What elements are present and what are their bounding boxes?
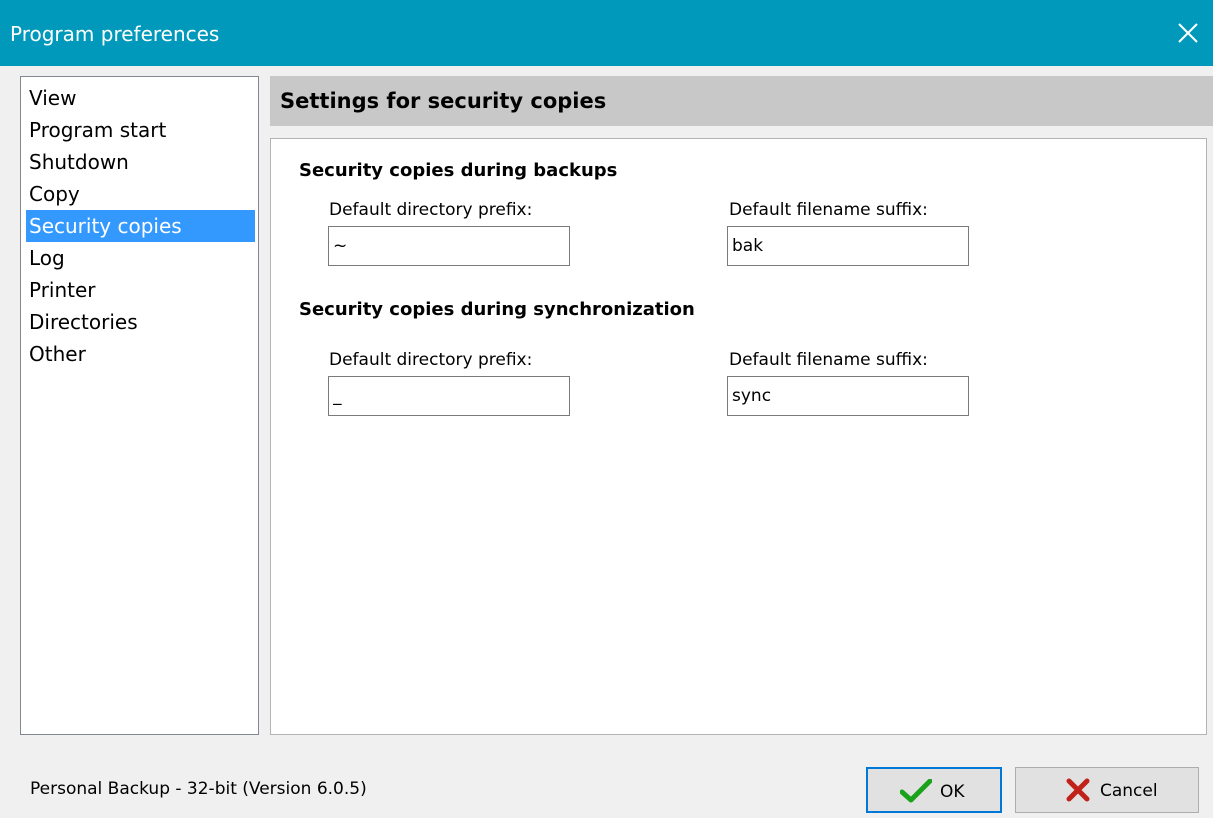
sync-suffix-input[interactable] — [727, 376, 969, 416]
panel-title: Settings for security copies — [280, 89, 607, 113]
category-list[interactable]: View Program start Shutdown Copy Securit… — [20, 76, 259, 735]
nav-item-log[interactable]: Log — [26, 242, 255, 274]
ok-label: OK — [940, 782, 965, 802]
close-button[interactable] — [1163, 0, 1213, 66]
backups-suffix-input[interactable] — [727, 226, 969, 266]
sync-section-title: Security copies during synchronization — [299, 299, 695, 320]
close-icon — [1178, 23, 1198, 43]
preferences-window: Program preferences View Program start S… — [0, 0, 1213, 818]
backups-prefix-input[interactable] — [328, 226, 570, 266]
settings-panel: Settings for security copies Security co… — [270, 76, 1213, 737]
cancel-label: Cancel — [1100, 781, 1158, 801]
nav-item-printer[interactable]: Printer — [26, 274, 255, 306]
window-title: Program preferences — [10, 22, 220, 46]
checkmark-icon — [900, 779, 932, 803]
backups-suffix-label: Default filename suffix: — [729, 200, 928, 220]
ok-button[interactable]: OK — [866, 767, 1002, 813]
cancel-button[interactable]: Cancel — [1015, 767, 1199, 813]
panel-header: Settings for security copies — [270, 76, 1213, 126]
backups-prefix-label: Default directory prefix: — [329, 200, 533, 220]
nav-item-view[interactable]: View — [26, 82, 255, 114]
backups-section-title: Security copies during backups — [299, 160, 618, 181]
nav-item-copy[interactable]: Copy — [26, 178, 255, 210]
nav-item-security-copies[interactable]: Security copies — [26, 210, 255, 242]
panel-body: Security copies during backups Default d… — [270, 138, 1207, 735]
nav-item-shutdown[interactable]: Shutdown — [26, 146, 255, 178]
sync-suffix-label: Default filename suffix: — [729, 350, 928, 370]
nav-item-directories[interactable]: Directories — [26, 306, 255, 338]
sync-prefix-label: Default directory prefix: — [329, 350, 533, 370]
sync-prefix-input[interactable] — [328, 376, 570, 416]
nav-item-program-start[interactable]: Program start — [26, 114, 255, 146]
version-status: Personal Backup - 32-bit (Version 6.0.5) — [30, 779, 367, 799]
nav-item-other[interactable]: Other — [26, 338, 255, 370]
title-bar: Program preferences — [0, 0, 1213, 66]
x-icon — [1066, 778, 1090, 802]
